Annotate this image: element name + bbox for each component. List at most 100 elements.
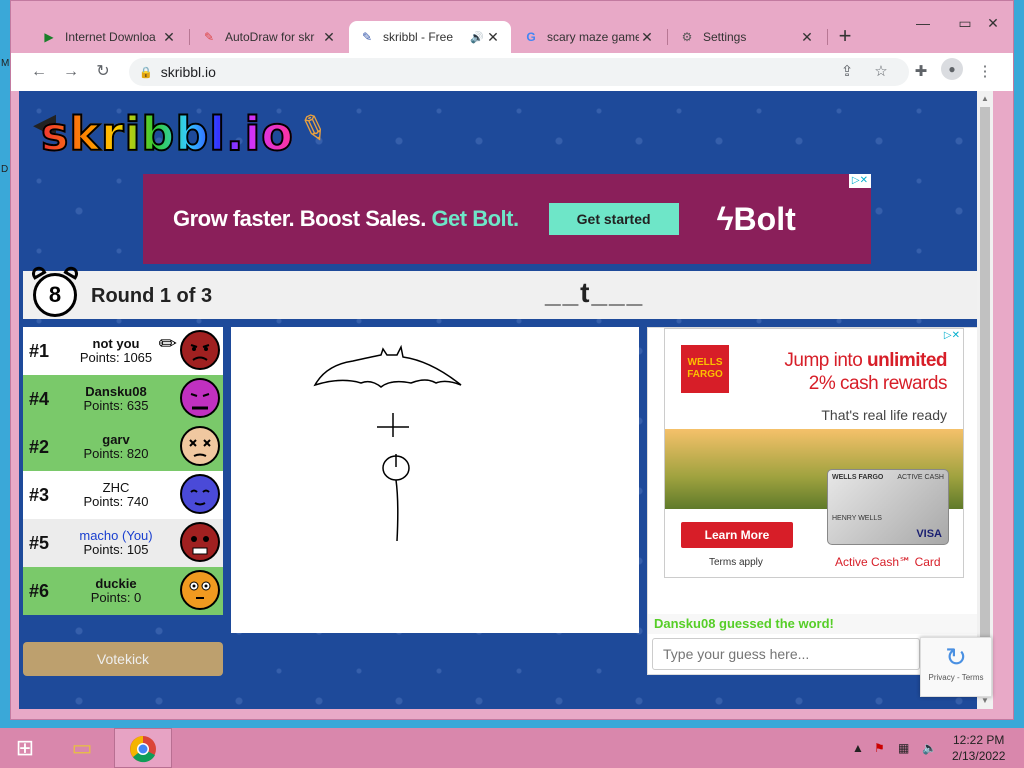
recaptcha-links[interactable]: Privacy - Terms [921, 673, 991, 682]
round-label: Round 1 of 3 [91, 285, 213, 307]
player-rank: #1 [29, 340, 50, 361]
skribbl-logo: skribbl.io [40, 106, 294, 162]
player-rank: #3 [29, 484, 50, 505]
player-points: Points: 0 [90, 590, 142, 605]
chrome-taskbar-icon[interactable] [114, 728, 172, 768]
player-row[interactable]: #1 not you Points: 1065 ✏ [23, 327, 223, 375]
google-icon: G [526, 30, 536, 44]
card-network: VISA [916, 528, 942, 540]
minimize-button[interactable]: — [903, 11, 943, 35]
new-tab-button[interactable]: + [831, 23, 859, 51]
address-bar[interactable]: 🔒 skribbl.io [129, 58, 909, 86]
side-banner-ad[interactable]: WELLS FARGO Jump into unlimited 2% cash … [664, 328, 964, 578]
player-avatar [180, 378, 220, 418]
back-icon[interactable]: ← [27, 60, 51, 84]
menu-kebab-icon[interactable]: ⋮ [973, 58, 997, 86]
desktop-icon-label[interactable]: D [1, 164, 8, 175]
drawing-pencil-icon: ✏ [158, 331, 177, 356]
player-row[interactable]: #2 garv Points: 820 [23, 423, 223, 471]
close-window-button[interactable]: ✕ [973, 11, 1013, 35]
player-rank: #5 [29, 532, 50, 553]
player-info: not you Points: 1065 [61, 337, 171, 365]
share-icon[interactable]: ⇪ [835, 58, 859, 86]
file-explorer-icon[interactable]: ▭ [60, 728, 104, 768]
terms-apply[interactable]: Terms apply [709, 557, 763, 568]
tray-expand-icon[interactable]: ▲ [852, 728, 864, 768]
player-list: #1 not you Points: 1065 ✏ #4 Dansku08 Po… [23, 327, 223, 615]
get-started-button[interactable]: Get started [548, 203, 679, 235]
tab-divider [827, 29, 828, 45]
player-avatar [180, 474, 220, 514]
tab-divider [667, 29, 668, 45]
guess-input[interactable] [652, 638, 920, 670]
close-tab-icon[interactable]: ✕ [485, 29, 501, 46]
flag-icon[interactable]: ⚑ [874, 728, 885, 768]
close-tab-icon[interactable]: ✕ [161, 29, 177, 46]
browser-toolbar: ← → ↻ 🔒 skribbl.io ⇪ ☆ ✚ ⋮ [11, 53, 1013, 91]
card-type: ACTIVE CASH [897, 474, 944, 481]
scroll-thumb[interactable] [980, 107, 990, 667]
desktop-icon-label[interactable]: M [1, 58, 9, 69]
windows-start-icon[interactable]: ⊞ [8, 728, 42, 768]
tab-title: scary maze game [547, 30, 639, 44]
browser-window: ▶ Internet Downloa ✕ ✎ AutoDraw for skr … [10, 0, 1014, 720]
player-row[interactable]: #4 Dansku08 Points: 635 [23, 375, 223, 423]
bolt-brand: ϟBolt [717, 201, 796, 238]
adchoices-icon[interactable]: ▷✕ [848, 174, 871, 188]
audio-icon[interactable]: 🔊 [469, 31, 485, 44]
autodraw-icon: ✎ [203, 30, 215, 44]
player-row[interactable]: #6 duckie Points: 0 [23, 567, 223, 615]
ad-subheadline: That's real life ready [821, 407, 947, 423]
tab-skribbl[interactable]: ✎ skribbl - Free 🔊 ✕ [349, 21, 511, 53]
card-holder: HENRY WELLS [832, 515, 882, 522]
page-scrollbar[interactable]: ▲ ▼ [977, 91, 993, 709]
learn-more-button[interactable]: Learn More [681, 522, 793, 548]
tab-autodraw[interactable]: ✎ AutoDraw for skr ✕ [191, 21, 347, 53]
player-rank: #6 [29, 580, 50, 601]
tab-internet-download[interactable]: ▶ Internet Downloa ✕ [31, 21, 187, 53]
ad-headline-a: Grow faster. Boost Sales. [173, 206, 426, 231]
tab-scary-maze[interactable]: G scary maze game ✕ [513, 21, 665, 53]
player-info: macho (You) Points: 105 [61, 529, 171, 557]
chat-message: Dansku08 guessed the word! [648, 614, 984, 634]
tab-settings[interactable]: ⚙ Settings ✕ [669, 21, 825, 53]
player-rank: #4 [29, 388, 50, 409]
chrome-icon [130, 736, 156, 763]
player-info: duckie Points: 0 [61, 577, 171, 605]
profile-avatar[interactable]: ● [941, 58, 963, 80]
skribbl-icon: ✎ [361, 30, 373, 44]
player-avatar [180, 330, 220, 370]
close-tab-icon[interactable]: ✕ [321, 29, 337, 46]
reload-icon[interactable]: ↻ [91, 60, 115, 84]
player-row[interactable]: #3 ZHC Points: 740 [23, 471, 223, 519]
volume-icon[interactable]: 🔈 [922, 728, 937, 768]
network-icon[interactable]: ▦ [898, 728, 909, 768]
ad-headline: Grow faster. Boost Sales. Get Bolt. [173, 206, 519, 232]
player-avatar [180, 522, 220, 562]
skribbl-page: ◀ skribbl.io ✎ Grow faster. Boost Sales.… [19, 91, 993, 709]
tab-divider [189, 29, 190, 45]
taskbar-clock[interactable]: 12:22 PM 2/13/2022 [952, 732, 1005, 764]
drawing-canvas[interactable] [231, 327, 639, 633]
player-points: Points: 1065 [79, 350, 153, 365]
ad-headline-b: Get Bolt. [431, 206, 519, 231]
timer-value: 8 [33, 273, 77, 317]
player-points: Points: 635 [83, 398, 149, 413]
forward-icon[interactable]: → [59, 60, 83, 84]
close-tab-icon[interactable]: ✕ [799, 29, 815, 46]
votekick-button[interactable]: Votekick [23, 642, 223, 676]
player-name: Dansku08 [85, 384, 147, 399]
scroll-up-icon[interactable]: ▲ [977, 91, 993, 107]
top-banner-ad[interactable]: Grow faster. Boost Sales. Get Bolt. Get … [143, 174, 871, 264]
player-info: garv Points: 820 [61, 433, 171, 461]
credit-card-image: WELLS FARGO ACTIVE CASH HENRY WELLS VISA [827, 469, 949, 545]
recaptcha-badge[interactable]: ↻ Privacy - Terms [920, 637, 992, 697]
player-info: Dansku08 Points: 635 [61, 385, 171, 413]
adchoices-icon[interactable]: ▷✕ [940, 329, 963, 343]
bookmark-star-icon[interactable]: ☆ [869, 58, 893, 86]
tab-title: AutoDraw for skr [225, 30, 315, 44]
player-row[interactable]: #5 macho (You) Points: 105 [23, 519, 223, 567]
extensions-icon[interactable]: ✚ [909, 58, 933, 86]
drawing-strokes [313, 344, 462, 542]
close-tab-icon[interactable]: ✕ [639, 29, 655, 46]
